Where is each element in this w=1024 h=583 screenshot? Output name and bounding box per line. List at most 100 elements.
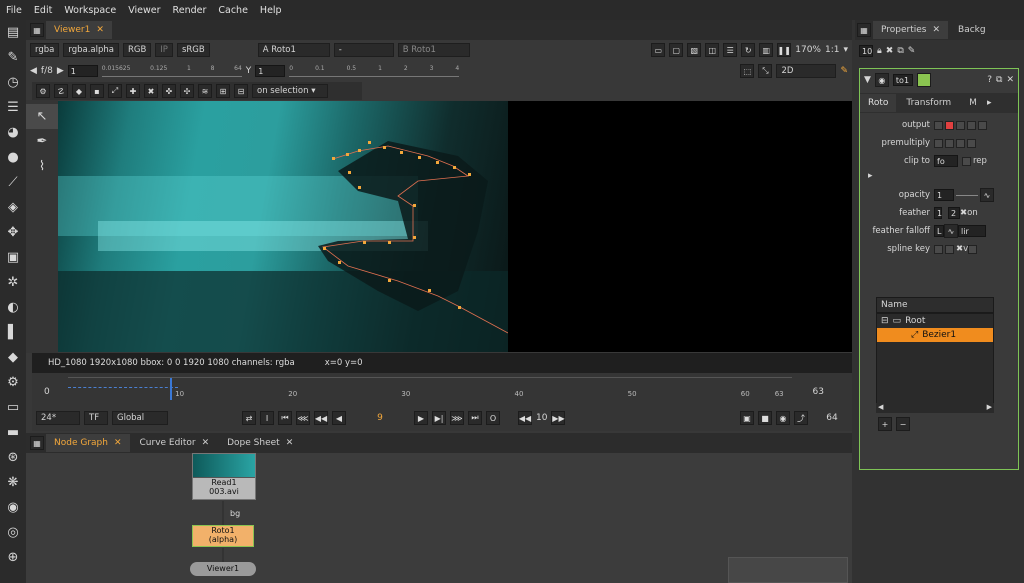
fstop-value[interactable]: f/8 [41, 66, 53, 76]
paint-brush-icon[interactable]: ✎ [840, 66, 848, 76]
menu-edit[interactable]: Edit [28, 5, 58, 16]
menu-viewer[interactable]: Viewer [122, 5, 166, 16]
clear-icon[interactable]: ✖ [886, 46, 894, 56]
transform-nodes-icon[interactable]: ✥ [0, 220, 26, 245]
ip-toggle[interactable]: IP [155, 43, 173, 57]
tab-dope-sheet[interactable]: Dope Sheet ✕ [219, 434, 301, 452]
cache-icon[interactable]: ◉ [776, 411, 790, 425]
float-icon[interactable]: ⧉ [897, 46, 903, 56]
proxy-ratio[interactable]: 1:1 [825, 45, 839, 55]
pen-tool-icon[interactable]: ✒ [26, 129, 58, 154]
particles-nodes-icon[interactable]: ✲ [0, 270, 26, 295]
loop-icon[interactable]: ⇄ [242, 411, 256, 425]
camera-tracker-icon[interactable]: ◉ [0, 495, 26, 520]
prev-frame-icon[interactable]: ◀ [332, 411, 346, 425]
feather-field-2[interactable]: 2 [948, 207, 960, 219]
guides-icon[interactable]: ◫ [705, 43, 720, 57]
node-name-field[interactable]: to1 [892, 74, 913, 86]
compare-op-dropdown[interactable]: - [333, 43, 394, 57]
collapse-icon[interactable]: ▼ [864, 75, 871, 85]
collapse-icon[interactable]: ⊟ [881, 316, 889, 326]
tab-node-graph[interactable]: Node Graph ✕ [46, 434, 130, 452]
safe-area-icon[interactable]: ⬚ [740, 64, 755, 78]
max-panels-field[interactable]: 10 [859, 45, 873, 57]
remove-key-icon[interactable]: ⊟ [234, 84, 248, 98]
add-point-icon[interactable]: ✚ [126, 84, 140, 98]
tile-color-icon[interactable] [916, 73, 931, 87]
masks-icon[interactable]: ☰ [723, 43, 738, 57]
expand-arrow-icon[interactable]: ▸ [868, 171, 873, 181]
plugin-nodes-icon[interactable]: ❋ [0, 470, 26, 495]
transform-jack-icon[interactable]: ⤡ [758, 64, 773, 78]
tree-row-root[interactable]: ⊟ ▭ Root [877, 314, 993, 328]
output-channels-dropdown[interactable] [978, 120, 987, 130]
refresh-icon[interactable]: ↻ [741, 43, 756, 57]
close-icon[interactable]: ✕ [286, 438, 294, 448]
close-icon[interactable]: ✕ [932, 25, 940, 35]
close-icon[interactable]: ✕ [1006, 75, 1014, 85]
settings-icon[interactable]: ⚙ [36, 84, 50, 98]
replace-checkbox[interactable] [962, 156, 971, 166]
prev-keyframe-icon[interactable]: ⋘ [296, 411, 310, 425]
feather-field[interactable]: 1 [934, 207, 942, 219]
tree-row-bezier[interactable]: ⤢ Bezier1 [877, 328, 993, 342]
time-nodes-icon[interactable]: ◷ [0, 70, 26, 95]
select-tool-icon[interactable]: ↖ [26, 104, 58, 129]
close-icon[interactable]: ✕ [202, 438, 210, 448]
feather-falloff-field[interactable]: L [934, 225, 944, 237]
spline-key-checkbox[interactable] [968, 244, 978, 254]
frame-increment[interactable]: 10 [536, 413, 547, 423]
tab-more[interactable]: M [961, 94, 985, 112]
pencil-icon[interactable]: ✎ [908, 46, 916, 56]
tab-viewer1[interactable]: Viewer1 ✕ [46, 21, 112, 39]
spline-key-field-2[interactable] [945, 244, 954, 254]
views-nodes-icon[interactable]: ▌ [0, 320, 26, 345]
bspline-tool-icon[interactable]: ⌇ [26, 154, 58, 179]
point-icon[interactable]: ▪ [90, 84, 104, 98]
remove-button[interactable]: − [896, 417, 910, 431]
color-nodes-icon[interactable]: ◕ [0, 120, 26, 145]
premultiply-checkbox[interactable] [934, 138, 943, 148]
gamma-slider[interactable]: 0 0.1 0.5 1 2 3 4 [289, 65, 460, 77]
zoom-level[interactable]: 170% [795, 45, 821, 55]
tree-header[interactable]: Name [876, 297, 994, 313]
next-keyframe-icon[interactable]: ⋙ [450, 411, 464, 425]
deep-nodes-icon[interactable]: ◐ [0, 295, 26, 320]
opacity-slider[interactable] [956, 194, 978, 196]
falloff-type-dropdown[interactable]: lir [958, 225, 986, 237]
frame-back-icon[interactable]: ◀ [30, 66, 37, 76]
spline-key-delete-icon[interactable]: ✖ [956, 244, 963, 254]
frame-forward-icon[interactable]: ▶ [57, 66, 64, 76]
node-graph-canvas[interactable]: Read1 003.avi bg Roto1 (alpha) Viewer1 [26, 453, 852, 583]
clip-to-dropdown[interactable]: fo [934, 155, 958, 167]
furnace-nodes-icon[interactable]: ⊛ [0, 445, 26, 470]
smooth-icon[interactable]: ⤢ [108, 84, 122, 98]
tab-roto[interactable]: Roto [860, 94, 897, 112]
merge-nodes-icon[interactable]: ◈ [0, 195, 26, 220]
menu-cache[interactable]: Cache [212, 5, 254, 16]
skip-back-icon[interactable]: ◀◀ [518, 411, 532, 425]
gain-slider[interactable]: 0.015625 0.125 1 8 64 [101, 65, 242, 77]
filter-nodes-icon[interactable]: ● [0, 145, 26, 170]
tf-dropdown[interactable]: TF [84, 411, 108, 425]
end-frame[interactable]: 64 [812, 413, 852, 423]
gamma-field[interactable]: 1 [255, 65, 286, 77]
layer-dropdown[interactable]: rgba.alpha [63, 43, 119, 57]
tab-background[interactable]: Backg [950, 21, 994, 39]
premultiply-checkbox-3[interactable] [956, 138, 965, 148]
ofx-nodes-icon[interactable]: ▬ [0, 420, 26, 445]
render-icon[interactable]: ■ [758, 411, 772, 425]
roto-node[interactable]: Roto1 (alpha) [192, 525, 254, 547]
curves-tree[interactable]: ⊟ ▭ Root ⤢ Bezier1 [876, 313, 994, 413]
other-nodes-icon[interactable]: ▭ [0, 395, 26, 420]
add-key-icon[interactable]: ⊞ [216, 84, 230, 98]
tree-scrollbar[interactable]: ◀ ▶ [876, 403, 994, 413]
playback-mode-icon[interactable]: ⤴ [794, 411, 808, 425]
input-a[interactable]: A Roto1 [257, 43, 330, 57]
next-frame-icon[interactable]: ▶| [432, 411, 446, 425]
pause-icon[interactable]: ❚❚ [777, 43, 792, 57]
pane-menu-icon[interactable]: ▦ [30, 436, 44, 450]
menu-help[interactable]: Help [254, 5, 288, 16]
navigator-minimap[interactable] [728, 557, 848, 583]
read-node[interactable]: Read1 003.avi [192, 453, 256, 500]
